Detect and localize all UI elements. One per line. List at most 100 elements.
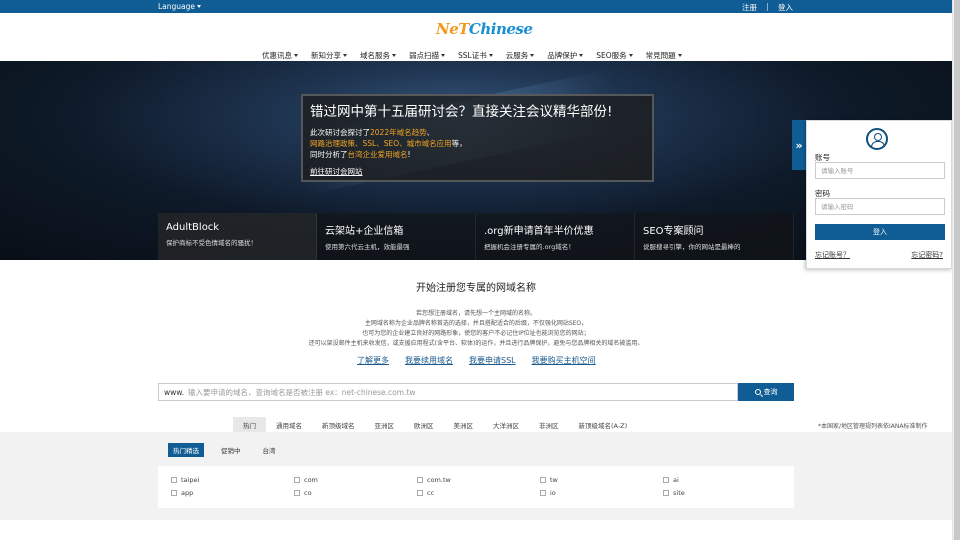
chevron-down-icon	[628, 54, 633, 57]
register-desc-line: 也可为您的企业建立良好的网路形象，使您的客户不必记住IP位址也能浏览您的网站；	[362, 330, 590, 337]
forgot-password-link[interactable]: 忘记密码?	[911, 250, 943, 260]
checkbox[interactable]	[294, 477, 300, 483]
checkbox[interactable]	[540, 490, 546, 496]
www-prefix: www.	[164, 388, 185, 397]
tab-generic[interactable]: 通用域名	[266, 417, 312, 432]
tld-option[interactable]: io	[540, 489, 556, 497]
feature-desc: 使用第六代云主机，效能最强	[325, 243, 410, 251]
tld-option[interactable]: cc	[417, 489, 434, 497]
sub-tab-taiwan[interactable]: 台湾	[258, 443, 281, 457]
register-link[interactable]: 注册	[742, 2, 757, 13]
checkbox[interactable]	[663, 490, 669, 496]
feature-strip: AdultBlock 保护商标不受色情域名的骚扰！ 云架站+企业信箱 使用第六代…	[158, 213, 794, 260]
chevron-down-icon	[530, 54, 535, 57]
promo-title: 错过网中第十五届研讨会？直接关注会议精华部份!	[310, 104, 613, 120]
search-icon	[754, 389, 761, 395]
feature-cloud-hosting[interactable]: 云架站+企业信箱 使用第六代云主机，效能最强	[317, 213, 476, 260]
divider	[767, 3, 768, 11]
tld-option[interactable]: com.tw	[417, 476, 451, 484]
promo-line-3: 同时分析了台湾企业爱用域名!	[310, 150, 411, 159]
tld-option[interactable]: com	[294, 476, 318, 484]
buy-hosting-link[interactable]: 我要购买主机空间	[532, 355, 596, 366]
register-desc-line: 还可以架设邮件主机来收发信，或支援应用程式(含平台、软体)的运作，并且进行品牌保…	[308, 340, 644, 347]
tab-africa[interactable]: 非洲区	[529, 417, 569, 432]
top-links: 注册 登入	[742, 2, 793, 13]
nav-item-faq[interactable]: 常見問題	[646, 50, 682, 61]
feature-org-promo[interactable]: .org新申请首年半价优惠 把握机会注册专属的.org域名！	[476, 213, 635, 260]
nav-label: 云服务	[505, 51, 529, 60]
tld-option[interactable]: ai	[663, 476, 679, 484]
nav-label: SSL证书	[458, 51, 487, 60]
sub-tab-featured[interactable]: 热门精选	[168, 443, 204, 457]
checkbox[interactable]	[294, 490, 300, 496]
login-button[interactable]: 登入	[815, 224, 945, 240]
nav-label: 常見問題	[645, 51, 676, 60]
tab-asia[interactable]: 亚洲区	[365, 417, 405, 432]
promo-card: 错过网中第十五届研讨会？直接关注会议精华部份! 此次研讨会探讨了2022年域名趋…	[301, 94, 654, 182]
nav-item-vulnerability-scan[interactable]: 弱点扫描	[409, 50, 445, 61]
renew-domain-link[interactable]: 我要续用域名	[405, 355, 453, 366]
account-input[interactable]	[815, 162, 945, 179]
nav-item-cloud[interactable]: 云服务	[506, 50, 535, 61]
nav-item-domain-services[interactable]: 域名服务	[360, 50, 396, 61]
domain-search-box: www.	[158, 383, 738, 401]
tld-checkbox-list: taipei com com.tw tw ai app co cc io sit…	[158, 466, 794, 508]
checkbox[interactable]	[171, 490, 177, 496]
checkbox[interactable]	[417, 477, 423, 483]
nav-item-ssl[interactable]: SSL证书	[458, 50, 493, 61]
checkbox[interactable]	[540, 477, 546, 483]
login-link[interactable]: 登入	[778, 2, 793, 13]
search-button-label: 查询	[763, 389, 778, 396]
language-dropdown[interactable]: Language	[158, 2, 202, 11]
sub-tab-on-sale[interactable]: 促销中	[216, 443, 246, 457]
scrollbar-thumb[interactable]	[954, 0, 960, 540]
feature-desc: 保护商标不受色情域名的骚扰！	[166, 239, 257, 247]
domain-search-input[interactable]	[188, 385, 733, 399]
main-nav: 优惠讯息 新知分享 域名服务 弱点扫描 SSL证书 云服务 品牌保护 SEO服务…	[262, 50, 682, 61]
tld-option[interactable]: co	[294, 489, 312, 497]
nav-label: 弱点扫描	[409, 51, 439, 60]
tld-category-tabs: 热门 通用域名 新顶级域名 亚洲区 欧洲区 美洲区 大洋洲区 非洲区 新顶级域名…	[233, 417, 637, 432]
tld-option[interactable]: tw	[540, 476, 558, 484]
logo-part-b: Chinese	[468, 20, 533, 38]
nav-item-promotions[interactable]: 优惠讯息	[262, 50, 298, 61]
register-desc-line: 若您想注册域名，请先想一个主网域的名称。	[415, 310, 536, 317]
search-button[interactable]: 查询	[738, 383, 794, 401]
tab-americas[interactable]: 美洲区	[444, 417, 484, 432]
password-input[interactable]	[815, 198, 945, 215]
chevron-down-icon	[677, 54, 682, 57]
tld-option[interactable]: taipei	[171, 476, 199, 484]
nav-item-brand-protection[interactable]: 品牌保护	[547, 50, 584, 61]
site-logo[interactable]: NeTChinese	[436, 20, 533, 38]
checkbox[interactable]	[663, 477, 669, 483]
feature-title: .org新申请首年半价优惠	[484, 226, 594, 237]
checkbox[interactable]	[417, 490, 423, 496]
logo-part-a: NeT	[436, 20, 469, 38]
feature-desc: 把握机会注册专属的.org域名！	[484, 243, 575, 251]
login-panel-toggle[interactable]: »	[792, 120, 806, 170]
user-icon	[866, 128, 888, 150]
tab-europe[interactable]: 欧洲区	[404, 417, 444, 432]
tab-new-gtld-az[interactable]: 新顶级域名(A-Z)	[569, 417, 638, 432]
forgot-account-link[interactable]: 忘记账号？	[815, 250, 850, 260]
chevron-down-icon	[343, 54, 347, 57]
chevron-down-icon	[579, 54, 584, 57]
seminar-site-link[interactable]: 前往研讨会网站	[310, 166, 363, 177]
checkbox[interactable]	[171, 477, 177, 483]
learn-more-link[interactable]: 了解更多	[357, 355, 389, 366]
tld-option[interactable]: app	[171, 489, 193, 497]
feature-adultblock[interactable]: AdultBlock 保护商标不受色情域名的骚扰！	[158, 213, 317, 260]
nav-item-news[interactable]: 新知分享	[311, 50, 347, 61]
page-scrollbar[interactable]	[952, 0, 960, 540]
tab-popular[interactable]: 热门	[233, 417, 266, 432]
apply-ssl-link[interactable]: 我要申请SSL	[469, 355, 516, 366]
tld-option[interactable]: site	[663, 489, 685, 497]
nav-item-seo[interactable]: SEO服务	[596, 50, 633, 61]
tab-oceania[interactable]: 大洋洲区	[483, 417, 529, 432]
iana-note: *本国家/地区管理规列表依IANA标准制作	[818, 423, 928, 430]
chevron-down-icon	[294, 54, 298, 57]
tab-new-gtld[interactable]: 新顶级域名	[312, 417, 365, 432]
feature-seo-consultant[interactable]: SEO专案顾问 说服搜寻引擎，你的网站是最棒的	[635, 213, 794, 260]
register-desc-line: 主网域名称为企业品牌名称首选的选择，并且搭配适合的后缀，不仅强化网站SEO，	[364, 320, 588, 327]
chevron-down-icon	[197, 5, 202, 8]
